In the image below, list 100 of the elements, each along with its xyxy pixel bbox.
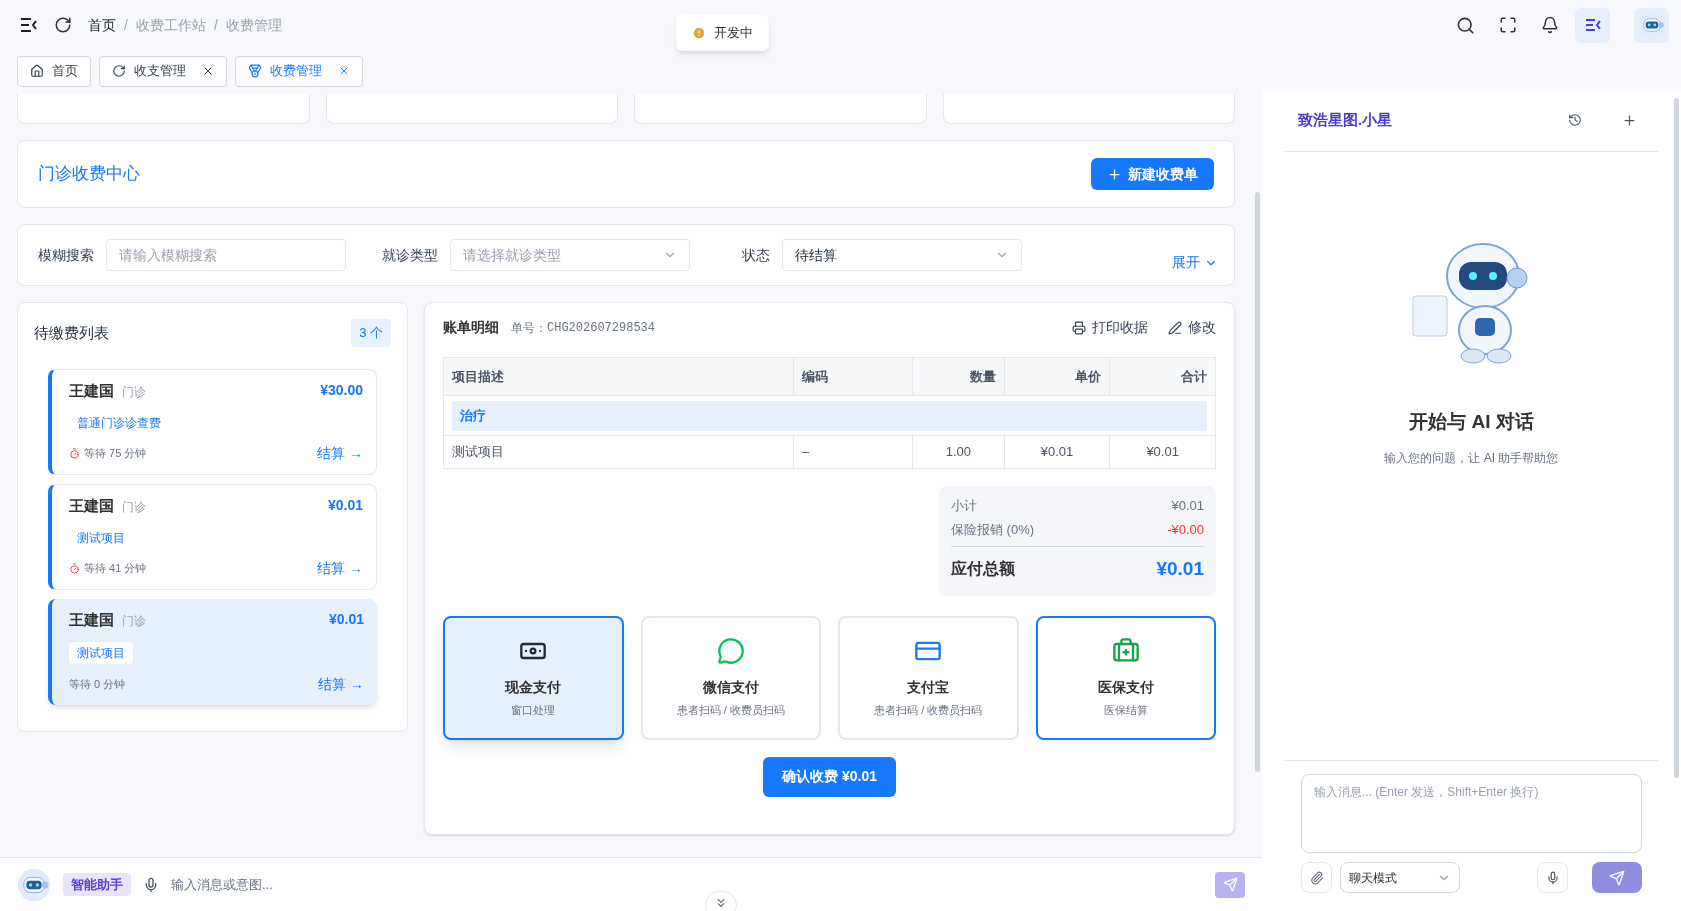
close-icon[interactable] <box>202 65 214 77</box>
pending-card[interactable]: 王建国 门诊 ¥30.00 普通门诊诊查费 等待 75 分钟 结算 → <box>48 368 377 475</box>
column-header: 合计 <box>1109 357 1216 396</box>
menu-collapse-icon[interactable] <box>20 17 38 33</box>
plus-icon <box>1107 166 1122 182</box>
chat-subtitle: 输入您的问题，让 AI 助手帮助您 <box>1384 449 1559 467</box>
table-cell: – <box>793 435 913 469</box>
medical-kit-icon <box>1111 636 1140 665</box>
breadcrumb-link[interactable]: 首页 <box>88 14 116 36</box>
scrollbar[interactable] <box>1674 98 1679 778</box>
warning-icon <box>692 26 706 40</box>
plus-icon[interactable] <box>1622 113 1637 128</box>
visit-type: 门诊 <box>122 498 146 516</box>
patient-name: 王建国 <box>69 380 114 401</box>
payment-subtitle: 窗口处理 <box>511 702 556 718</box>
paperclip-icon <box>1309 870 1324 885</box>
status-select[interactable]: 待结算 <box>782 239 1022 271</box>
patient-name: 王建国 <box>69 609 114 630</box>
send-icon <box>1609 869 1625 886</box>
expand-link[interactable]: 展开 <box>1172 252 1218 273</box>
tab-label: 收支管理 <box>134 62 186 81</box>
amount: ¥0.01 <box>328 610 364 630</box>
wait-time: 等待 41 分钟 <box>84 560 147 576</box>
confirm-button[interactable]: 确认收费 ¥0.01 <box>763 756 896 797</box>
tab-label: 收费管理 <box>270 62 322 81</box>
search-field[interactable]: 请输入模糊搜索 <box>106 239 346 271</box>
fee-item-tag: 测试项目 <box>69 527 133 550</box>
page-title: 门诊收费中心 <box>38 163 140 186</box>
visit-type: 门诊 <box>122 383 146 401</box>
fullscreen-icon[interactable] <box>1499 16 1517 34</box>
total-label: 应付总额 <box>951 559 1015 580</box>
page-tab[interactable]: 收支管理 <box>99 55 227 87</box>
robot-avatar-icon <box>1637 11 1666 39</box>
summary-label: 保险报销 (0%) <box>951 521 1035 540</box>
new-bill-button[interactable]: 新建收费单 <box>1091 158 1214 190</box>
printer-icon <box>1072 320 1086 335</box>
column-header: 单价 <box>1004 357 1110 396</box>
settle-link[interactable]: 结算 → <box>317 442 363 464</box>
total-amount: ¥0.01 <box>1156 557 1204 581</box>
send-button[interactable] <box>1592 862 1642 893</box>
history-icon[interactable] <box>1568 113 1582 127</box>
group-row: 治疗 <box>452 400 1207 431</box>
search-icon[interactable] <box>1456 15 1475 35</box>
summary-value: -¥0.00 <box>1167 521 1204 540</box>
table-cell: ¥0.01 <box>1004 435 1110 469</box>
payment-subtitle: 患者扫码 / 收费员扫码 <box>874 702 983 718</box>
chat-input-field[interactable]: 输入消息... (Enter 发送，Shift+Enter 换行) <box>1301 774 1642 853</box>
pen-icon <box>1168 320 1182 335</box>
summary-label: 小计 <box>951 497 977 516</box>
mode-select[interactable]: 聊天模式 <box>1340 862 1460 893</box>
chevrons-down-icon <box>714 896 728 910</box>
page-tab[interactable]: 首页 <box>17 55 91 87</box>
table-cell: ¥0.01 <box>1109 435 1216 469</box>
payment-title: 现金支付 <box>505 677 562 697</box>
scrollbar[interactable] <box>1254 192 1260 772</box>
assistant-badge: 智能助手 <box>63 872 131 897</box>
assistant-avatar-icon <box>17 867 51 902</box>
filter-label: 模糊搜索 <box>38 245 94 265</box>
settle-link[interactable]: 结算 → <box>317 557 363 579</box>
fee-item-tag: 普通门诊诊查费 <box>69 412 169 435</box>
table-cell: 1.00 <box>912 435 1005 469</box>
refresh-icon[interactable] <box>54 16 72 34</box>
print-button[interactable]: 打印收据 <box>1072 317 1148 338</box>
column-header: 编码 <box>793 357 913 396</box>
home-icon <box>30 64 44 78</box>
microphone-icon[interactable] <box>143 876 159 893</box>
collapse-panel-button[interactable] <box>1575 7 1610 43</box>
payment-option[interactable]: 微信支付 患者扫码 / 收费员扫码 <box>640 615 821 740</box>
microphone-button[interactable] <box>1537 862 1568 893</box>
page-tab[interactable]: 收费管理 <box>235 55 363 87</box>
column-header: 项目描述 <box>443 357 794 396</box>
patient-name: 王建国 <box>69 495 114 516</box>
payment-title: 支付宝 <box>907 677 950 697</box>
chat-title: 致浩星图.小星 <box>1298 110 1393 131</box>
pending-card[interactable]: 王建国 门诊 ¥0.01 测试项目 等待 41 分钟 结算 → <box>48 483 377 590</box>
summary-value: ¥0.01 <box>1171 497 1204 516</box>
column-header: 数量 <box>912 357 1005 396</box>
chat-bubble-icon <box>716 636 745 665</box>
bill-number-label: 单号： <box>511 319 547 337</box>
count-badge: 3 个 <box>351 319 391 347</box>
amount: ¥30.00 <box>320 381 363 401</box>
payment-option[interactable]: 支付宝 患者扫码 / 收费员扫码 <box>838 615 1019 740</box>
microphone-icon <box>1545 870 1560 885</box>
pending-card[interactable]: 王建国 门诊 ¥0.01 测试项目 等待 0 分钟 结算 → <box>48 598 377 705</box>
panel-title: 待缴费列表 <box>34 322 109 343</box>
settle-link[interactable]: 结算 → <box>318 673 364 695</box>
payment-option[interactable]: 医保支付 医保结算 <box>1035 615 1216 740</box>
payment-subtitle: 患者扫码 / 收费员扫码 <box>676 702 785 718</box>
edit-button[interactable]: 修改 <box>1168 317 1216 338</box>
breadcrumb-separator: / <box>213 15 218 35</box>
filter-label: 就诊类型 <box>382 245 438 265</box>
payment-option[interactable]: 现金支付 窗口处理 <box>443 615 624 740</box>
bill-number: CHG202607298534 <box>547 319 656 337</box>
panel-title: 账单明细 <box>443 318 499 337</box>
wait-time: 等待 0 分钟 <box>69 676 126 692</box>
toast-text: 开发中 <box>714 24 753 43</box>
tab-label: 首页 <box>52 62 78 81</box>
attach-button[interactable] <box>1301 862 1332 893</box>
chat-heading: 开始与 AI 对话 <box>1409 410 1534 434</box>
notification-icon[interactable] <box>1541 16 1559 34</box>
